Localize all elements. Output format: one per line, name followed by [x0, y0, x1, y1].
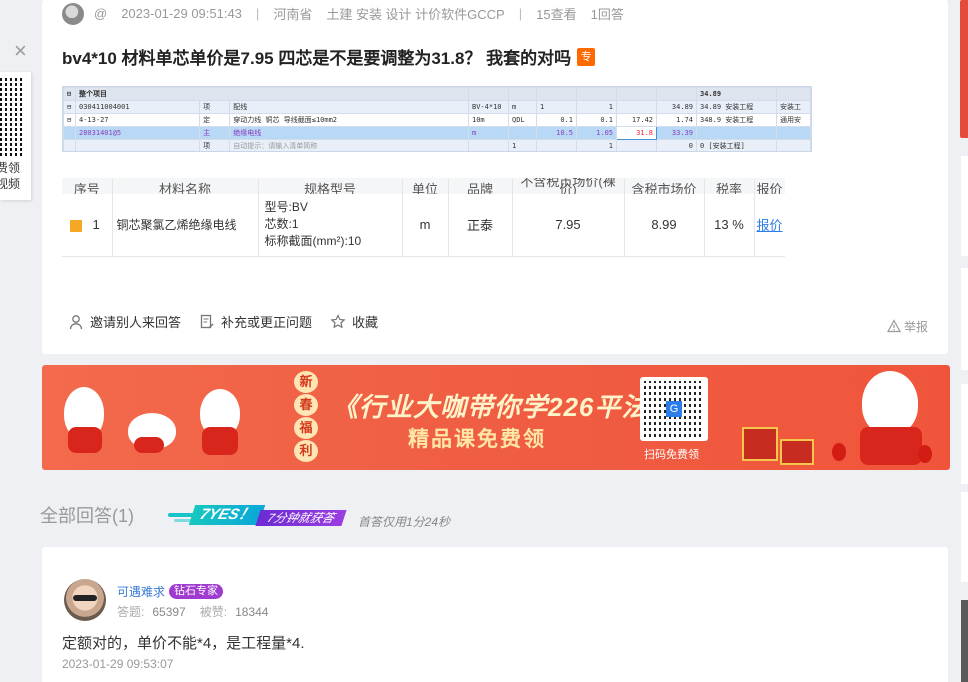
answerer-stats: 答题: 65397 被赞: 18344 — [117, 605, 269, 619]
favorite-button[interactable]: 收藏 — [330, 312, 378, 331]
banner-scan-text: 扫码免费领 — [644, 449, 699, 461]
table-row-selected: 28031401@5 主 绝缘电线 m 10.5 1.05 31.8 33.39 — [63, 126, 811, 140]
question-meta: @ 2023-01-29 09:51:43 | 河南省 土建 安装 设计 计价软… — [62, 3, 624, 25]
promo-banner[interactable]: 新 春 福 利 《行业大咖带你学226平法》 精品课免费领 扫码免费领 — [42, 365, 950, 470]
answer-card: 可遇难求 钻石专家 答题: 65397 被赞: 18344 定额对的，单价不能*4，是… — [42, 547, 948, 682]
view-count: 15查看 — [536, 6, 577, 22]
new-year-seal: 新 春 福 利 — [294, 371, 320, 463]
right-side-panel — [961, 268, 968, 370]
banner-qr-code — [640, 377, 708, 441]
table-row: 1 铜芯聚氯乙烯绝缘电线 型号:BV 芯数:1 标称截面(mm²):10 m 正… — [62, 194, 785, 257]
side-qr-text-1: 费领 — [0, 161, 21, 175]
table-row: ⊟ 整个项目 34.89 — [63, 87, 811, 101]
banner-title: 《行业大咖带你学226平法》 — [332, 392, 676, 422]
edit-doc-icon — [199, 314, 215, 330]
warning-icon — [886, 318, 901, 335]
left-float-panel: × 费领 视频 — [0, 0, 34, 682]
question-card: @ 2023-01-29 09:51:43 | 河南省 土建 安装 设计 计价软… — [42, 0, 948, 354]
table-row: ⊟ 4-13-27 定 穿动力线 铜芯 导线截面≤10mm2 10m QDL 0… — [63, 113, 811, 127]
quote-link[interactable]: 报价 — [756, 218, 782, 233]
table-row: ⊟ 030411004001 项 配线 BV-4*10 m 1 1 34.89 … — [63, 100, 811, 114]
answer-text: 定额对的，单价不能*4，是工程量*4. — [62, 635, 305, 652]
invite-button[interactable]: 邀请别人来回答 — [68, 312, 181, 331]
question-actions: 邀请别人来回答 补充或更正问题 收藏 — [68, 312, 396, 331]
answers-heading: 全部回答(1) — [40, 506, 134, 526]
qr-code-icon — [0, 78, 23, 156]
divider: | — [518, 5, 523, 21]
expert-level-badge: 钻石专家 — [169, 584, 224, 599]
bunny-illustration — [862, 371, 918, 435]
right-thumbnail[interactable] — [960, 0, 968, 138]
tags[interactable]: 土建 安装 设计 计价软件GCCP — [326, 4, 504, 23]
region: 河南省 — [273, 6, 313, 22]
banner-subtitle: 精品课免费领 — [408, 428, 546, 451]
asker-name[interactable]: @ — [94, 6, 107, 21]
lantern-icon — [918, 445, 932, 463]
right-side-panel — [961, 156, 968, 256]
first-answer-time: 首答仅用1分24秒 — [358, 515, 451, 529]
side-qr-widget[interactable]: 费领 视频 — [0, 72, 31, 200]
answerer-name[interactable]: 可遇难求 — [117, 583, 165, 600]
supplement-button[interactable]: 补充或更正问题 — [199, 312, 312, 331]
divider: | — [255, 5, 260, 21]
lantern-icon — [832, 443, 846, 461]
gift-icon — [742, 427, 778, 461]
report-button[interactable]: 举报 — [886, 318, 928, 335]
question-title: bv4*10 材料单芯单价是7.95 四芯是不是要调整为31.8？ 我套的对吗 … — [62, 44, 596, 69]
question-title-text: bv4*10 材料单芯单价是7.95 四芯是不是要调整为31.8？ 我套的对吗 — [62, 49, 572, 68]
right-side-panel — [961, 600, 968, 682]
avatar[interactable] — [64, 579, 106, 621]
star-icon — [330, 313, 346, 330]
folder-icon — [69, 219, 82, 232]
post-datetime: 2023-01-29 09:51:43 — [121, 5, 242, 21]
fast-answer-badge: 7YES！ 7分钟就获答 — [168, 501, 348, 527]
answer-time: 2023-01-29 09:53:07 — [62, 657, 174, 671]
right-side-panel — [961, 384, 968, 484]
edited-price-cell: 31.8 — [616, 126, 657, 140]
table-row: 项 自动提示：请输入清单简称 1 1 0 0 [安装工程] — [63, 139, 811, 151]
answer-count: 1回答 — [590, 6, 624, 22]
answerer: 可遇难求 钻石专家 — [117, 583, 224, 600]
user-icon — [68, 314, 84, 330]
screenshot-material-table[interactable]: 序号 材料名称 规格型号 单位 品牌 不含税市场价(裸价) 含税市场价 税率 报… — [62, 178, 785, 258]
gift-icon — [780, 439, 814, 465]
table-header-row: 序号 材料名称 规格型号 单位 品牌 不含税市场价(裸价) 含税市场价 税率 报… — [62, 178, 785, 194]
avatar[interactable] — [62, 3, 84, 25]
right-side-panel — [961, 492, 968, 582]
expert-badge: 专 — [577, 47, 596, 66]
close-icon[interactable]: × — [14, 40, 27, 62]
screenshot-quota-table[interactable]: ⊟ 整个项目 34.89 ⊟ 030411004001 项 配线 BV-4*10… — [62, 86, 812, 152]
side-qr-text-2: 视频 — [0, 177, 21, 191]
